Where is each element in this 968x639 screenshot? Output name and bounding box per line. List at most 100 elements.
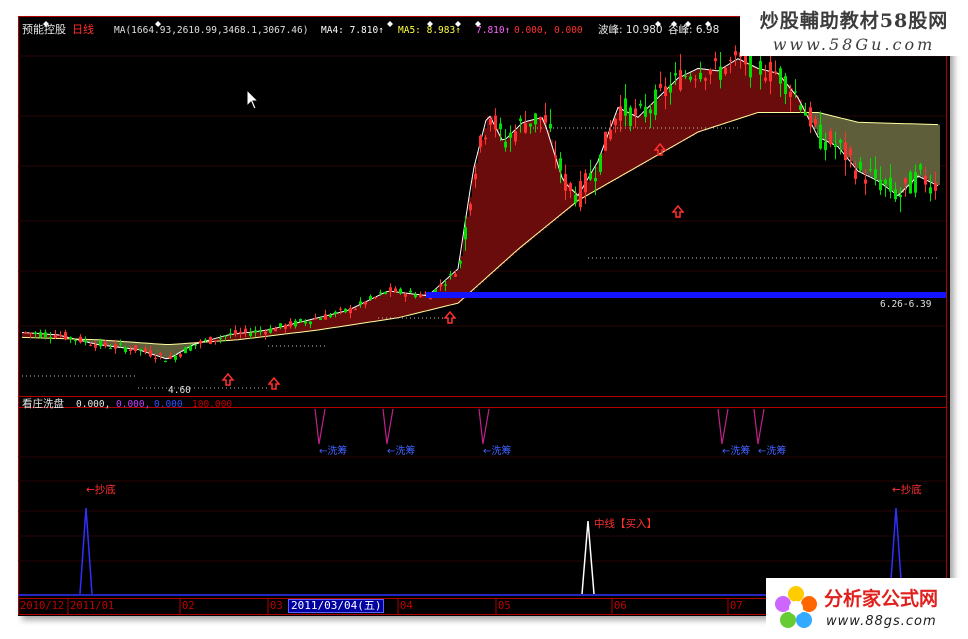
candle-body	[504, 141, 507, 148]
candle-body	[909, 172, 912, 194]
sub1-value-2: 0.000,	[116, 399, 151, 410]
candle-body	[104, 342, 107, 346]
candle-body	[854, 170, 857, 180]
candle-body	[229, 333, 232, 335]
candle-body	[474, 173, 477, 180]
candle-body	[84, 340, 87, 343]
candle-body	[354, 308, 357, 310]
low-price-label: 4.60	[168, 385, 191, 396]
indicator-readout-2: 0.000, 0.000	[514, 25, 583, 36]
candle-body	[24, 332, 27, 334]
candle-body	[779, 68, 782, 84]
candle-body	[259, 331, 262, 333]
candle-body	[154, 357, 157, 359]
xaxis-label-6: 05	[498, 600, 511, 612]
xaxis-label-5: 04	[400, 600, 413, 612]
wash-signal-label: ←洗筹	[387, 446, 416, 457]
watermark-top-title: 炒股輔助教材58股网	[759, 10, 949, 32]
buy-signal-label: 中线【买入】	[594, 518, 657, 530]
candle-body	[514, 131, 517, 142]
candle-body	[544, 115, 547, 123]
candle-body	[404, 294, 407, 297]
candle-body	[324, 314, 327, 320]
candle-body	[249, 332, 252, 337]
candle-body	[794, 91, 797, 93]
chart-canvas[interactable]	[18, 16, 950, 616]
candle-body	[184, 347, 187, 354]
candle-body	[604, 131, 607, 151]
candle-body	[384, 291, 387, 294]
candle-body	[314, 318, 317, 320]
valley-readout: 谷峰: 6.98	[668, 24, 720, 36]
watermark-bottom-name: 分析家公式网	[824, 588, 939, 610]
candle-body	[69, 337, 72, 340]
candle-body	[369, 296, 372, 300]
candle-body	[804, 112, 807, 116]
candle-body	[89, 344, 92, 346]
candle-body	[124, 347, 127, 353]
candle-body	[849, 148, 852, 156]
candle-body	[914, 172, 917, 193]
wash-signal-spike	[478, 408, 490, 445]
candle-body	[759, 61, 762, 75]
candle-body	[499, 123, 502, 130]
candle-body	[194, 344, 197, 346]
candle-body	[454, 274, 457, 277]
candle-body	[99, 340, 102, 347]
candle-body	[284, 324, 287, 329]
candle-body	[299, 318, 302, 322]
candle-body	[219, 337, 222, 339]
candle-body	[639, 103, 642, 106]
candle-body	[169, 355, 172, 359]
candle-body	[704, 78, 707, 81]
xaxis-label-2: 2011/01	[70, 600, 115, 612]
sub1-value-4: 100.000	[192, 399, 233, 410]
candle-body	[159, 353, 162, 355]
period-label[interactable]: 日线	[72, 24, 94, 36]
candle-body	[174, 355, 177, 360]
range-price-label: 6.26-6.39	[880, 299, 932, 310]
candle-body	[134, 345, 137, 352]
buy-signal-spike	[581, 520, 595, 595]
candle-body	[859, 161, 862, 170]
up-arrow-icon	[221, 372, 235, 386]
candle-body	[254, 330, 257, 333]
candle-body	[569, 183, 572, 191]
ma-main-readout: MA(1664.93,2610.99,3468.1,3067.46)	[114, 25, 309, 36]
candle-body	[734, 51, 737, 56]
candle-body	[214, 340, 217, 342]
xaxis-label-3: 02	[182, 600, 195, 612]
indicator-readout-1: 7.810↑	[476, 25, 511, 36]
stock-chart-window[interactable]: 预能控股 日线 MA(1664.93,2610.99,3468.1,3067.4…	[18, 16, 950, 616]
candle-body	[399, 288, 402, 294]
candle-body	[574, 194, 577, 203]
candle-body	[409, 290, 412, 293]
candle-body	[334, 311, 337, 314]
candle-body	[774, 71, 777, 74]
wash-signal-spike	[753, 408, 765, 445]
candle-body	[784, 76, 787, 95]
bottom-signal-label-left: ←抄底	[86, 484, 116, 496]
wash-signal-spike	[717, 408, 729, 445]
xaxis-label-1: 2010/12	[20, 600, 65, 612]
candle-body	[319, 318, 322, 320]
candle-body	[234, 330, 237, 335]
flower-logo-icon	[775, 586, 817, 628]
candle-body	[674, 73, 677, 76]
candle-body	[904, 178, 907, 184]
candle-body	[564, 173, 567, 191]
candle-body	[64, 332, 67, 340]
candle-body	[899, 194, 902, 197]
candle-body	[874, 169, 877, 179]
candle-body	[864, 179, 867, 184]
candle-body	[799, 105, 802, 110]
xaxis-cursor-date: 2011/03/04(五)	[288, 599, 385, 613]
candle-body	[459, 261, 462, 264]
candle-body	[534, 113, 537, 125]
candle-body	[879, 179, 882, 191]
candle-body	[789, 91, 792, 97]
candle-body	[894, 189, 897, 200]
candle-body	[224, 335, 227, 337]
wash-signal-label: ←洗筹	[319, 446, 348, 457]
peak-readout: 波峰: 10.980	[598, 24, 663, 36]
